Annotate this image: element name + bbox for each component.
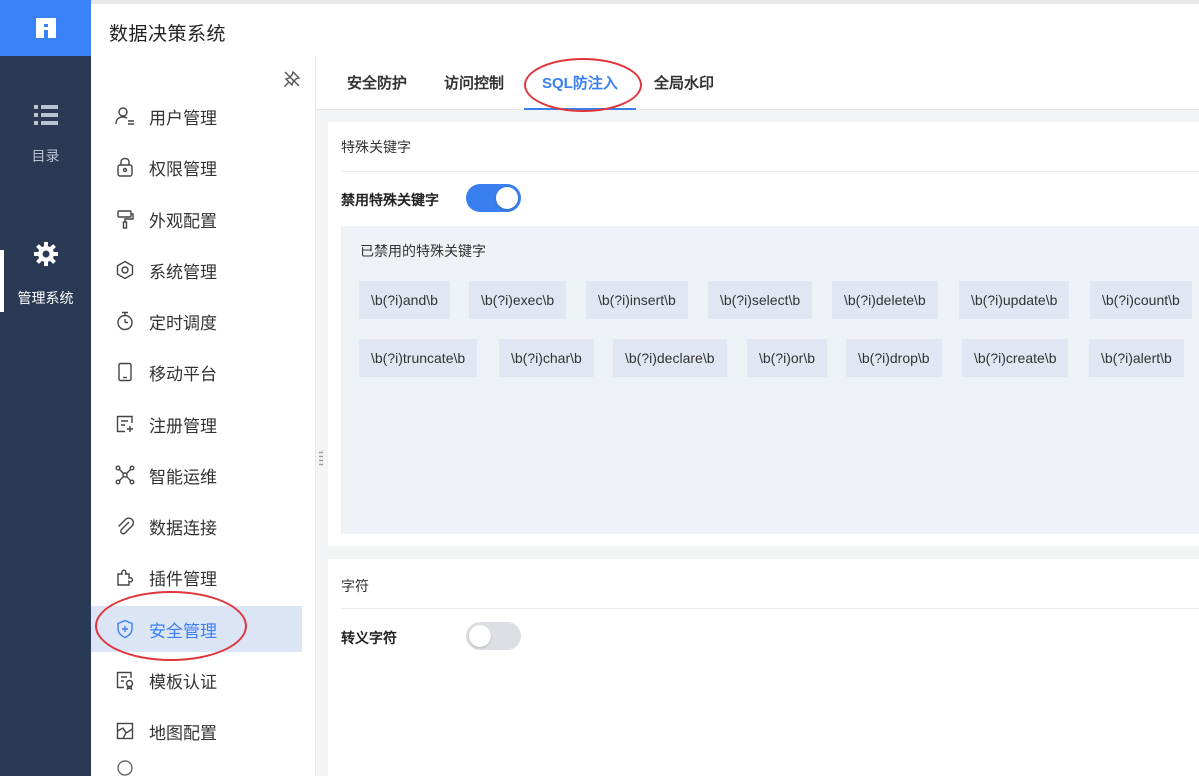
- menu-item-registration[interactable]: 注册管理: [91, 401, 302, 447]
- keyword-chip[interactable]: \b(?i)exec\b: [469, 281, 567, 319]
- keyword-chip[interactable]: \b(?i)truncate\b: [359, 339, 478, 377]
- puzzle-icon: [115, 567, 135, 587]
- keyword-chip[interactable]: \b(?i)and\b: [359, 281, 450, 319]
- menu-item-appearance[interactable]: 外观配置: [91, 196, 302, 242]
- keyword-chip[interactable]: \b(?i)alert\b: [1089, 339, 1184, 377]
- settings-icon: [115, 260, 135, 280]
- keyword-chip[interactable]: \b(?i)count\b: [1090, 281, 1192, 319]
- card-title: 字符: [341, 578, 369, 594]
- stopwatch-icon: [115, 311, 135, 331]
- menu-item-scheduler[interactable]: 定时调度: [91, 298, 302, 344]
- tab-access-control[interactable]: 访问控制: [444, 56, 504, 110]
- characters-card: 字符 转义字符: [328, 559, 1199, 776]
- network-icon: [115, 465, 135, 485]
- list-icon: [33, 104, 59, 126]
- menu-item-data-connection[interactable]: 数据连接: [91, 503, 302, 549]
- menu-item-users[interactable]: 用户管理: [91, 93, 302, 139]
- app-logo[interactable]: [0, 0, 91, 56]
- user-icon: [115, 106, 135, 126]
- menu-item-label: 模板认证: [149, 672, 217, 692]
- keyword-chip[interactable]: \b(?i)delete\b: [832, 281, 938, 319]
- menu-item-label: 插件管理: [149, 569, 217, 589]
- keyword-chip[interactable]: \b(?i)select\b: [708, 281, 813, 319]
- menu-item-partial[interactable]: [91, 759, 302, 776]
- tablet-icon: [115, 362, 135, 382]
- toggle-knob: [469, 625, 491, 647]
- pin-icon[interactable]: [283, 70, 301, 88]
- disabled-keywords-panel: 已禁用的特殊关键字 \b(?i)and\b \b(?i)exec\b \b(?i…: [341, 226, 1199, 534]
- security-tabs: 安全防护 访问控制 SQL防注入 全局水印: [316, 56, 1199, 110]
- tab-global-watermark[interactable]: 全局水印: [654, 56, 714, 110]
- menu-item-label: 数据连接: [149, 518, 217, 538]
- shield-icon: [115, 619, 135, 639]
- card-divider: [341, 608, 1199, 609]
- panel-title: 已禁用的特殊关键字: [360, 243, 486, 259]
- menu-item-template-auth[interactable]: 模板认证: [91, 657, 302, 703]
- menu-item-label: 地图配置: [149, 723, 217, 743]
- logo-icon: [35, 18, 56, 38]
- map-icon: [115, 721, 135, 741]
- gear-icon: [32, 240, 60, 268]
- menu-item-label: 定时调度: [149, 313, 217, 333]
- admin-submenu: 用户管理 权限管理 外观配置 系统管理 定时调度 移动平台 注册管理 智能运维 …: [91, 56, 323, 776]
- menu-item-ops[interactable]: 智能运维: [91, 452, 302, 498]
- menu-item-system[interactable]: 系统管理: [91, 247, 302, 293]
- escape-chars-toggle[interactable]: [466, 622, 521, 650]
- paint-roller-icon: [115, 209, 135, 229]
- menu-item-mobile[interactable]: 移动平台: [91, 349, 302, 395]
- menu-item-security[interactable]: 安全管理: [91, 606, 302, 652]
- menu-item-label: 用户管理: [149, 108, 217, 128]
- resize-handle[interactable]: [319, 451, 323, 467]
- menu-partial-icon: [115, 759, 135, 776]
- app-title: 数据决策系统: [109, 24, 227, 45]
- field-label: 禁用特殊关键字: [341, 192, 439, 208]
- rail-item-admin[interactable]: 管理系统: [0, 240, 91, 308]
- menu-item-label: 移动平台: [149, 364, 217, 384]
- tab-sql-injection[interactable]: SQL防注入: [524, 56, 636, 110]
- certificate-icon: [115, 670, 135, 690]
- left-rail: 目录 管理系统: [0, 0, 91, 776]
- menu-item-label: 注册管理: [149, 416, 217, 436]
- menu-item-label: 智能运维: [149, 467, 217, 487]
- menu-item-permissions[interactable]: 权限管理: [91, 144, 302, 190]
- lock-icon: [115, 157, 135, 177]
- register-icon: [115, 414, 135, 434]
- menu-item-map[interactable]: 地图配置: [91, 708, 302, 754]
- keyword-chip[interactable]: \b(?i)drop\b: [846, 339, 942, 377]
- paperclip-icon: [115, 516, 135, 536]
- menu-item-label: 外观配置: [149, 211, 217, 231]
- rail-item-label: 管理系统: [17, 290, 74, 306]
- rail-item-label: 目录: [31, 148, 60, 164]
- tab-security-protection[interactable]: 安全防护: [347, 56, 407, 110]
- menu-item-label: 系统管理: [149, 262, 217, 282]
- menu-item-plugins[interactable]: 插件管理: [91, 554, 302, 600]
- toggle-knob: [496, 187, 518, 209]
- keyword-chip[interactable]: \b(?i)declare\b: [613, 339, 727, 377]
- keyword-chip[interactable]: \b(?i)insert\b: [586, 281, 688, 319]
- menu-item-label: 权限管理: [149, 159, 217, 179]
- menu-item-label: 安全管理: [149, 621, 217, 641]
- card-title: 特殊关键字: [341, 139, 411, 155]
- keyword-chip[interactable]: \b(?i)or\b: [747, 339, 828, 377]
- top-header: 数据决策系统: [91, 0, 1199, 56]
- disable-keywords-toggle[interactable]: [466, 184, 521, 212]
- rail-item-catalog[interactable]: 目录: [0, 104, 91, 166]
- keyword-chip[interactable]: \b(?i)char\b: [499, 339, 594, 377]
- card-divider: [341, 171, 1199, 172]
- keyword-chip[interactable]: \b(?i)create\b: [962, 339, 1069, 377]
- keyword-chip[interactable]: \b(?i)update\b: [959, 281, 1070, 319]
- field-label: 转义字符: [341, 630, 397, 646]
